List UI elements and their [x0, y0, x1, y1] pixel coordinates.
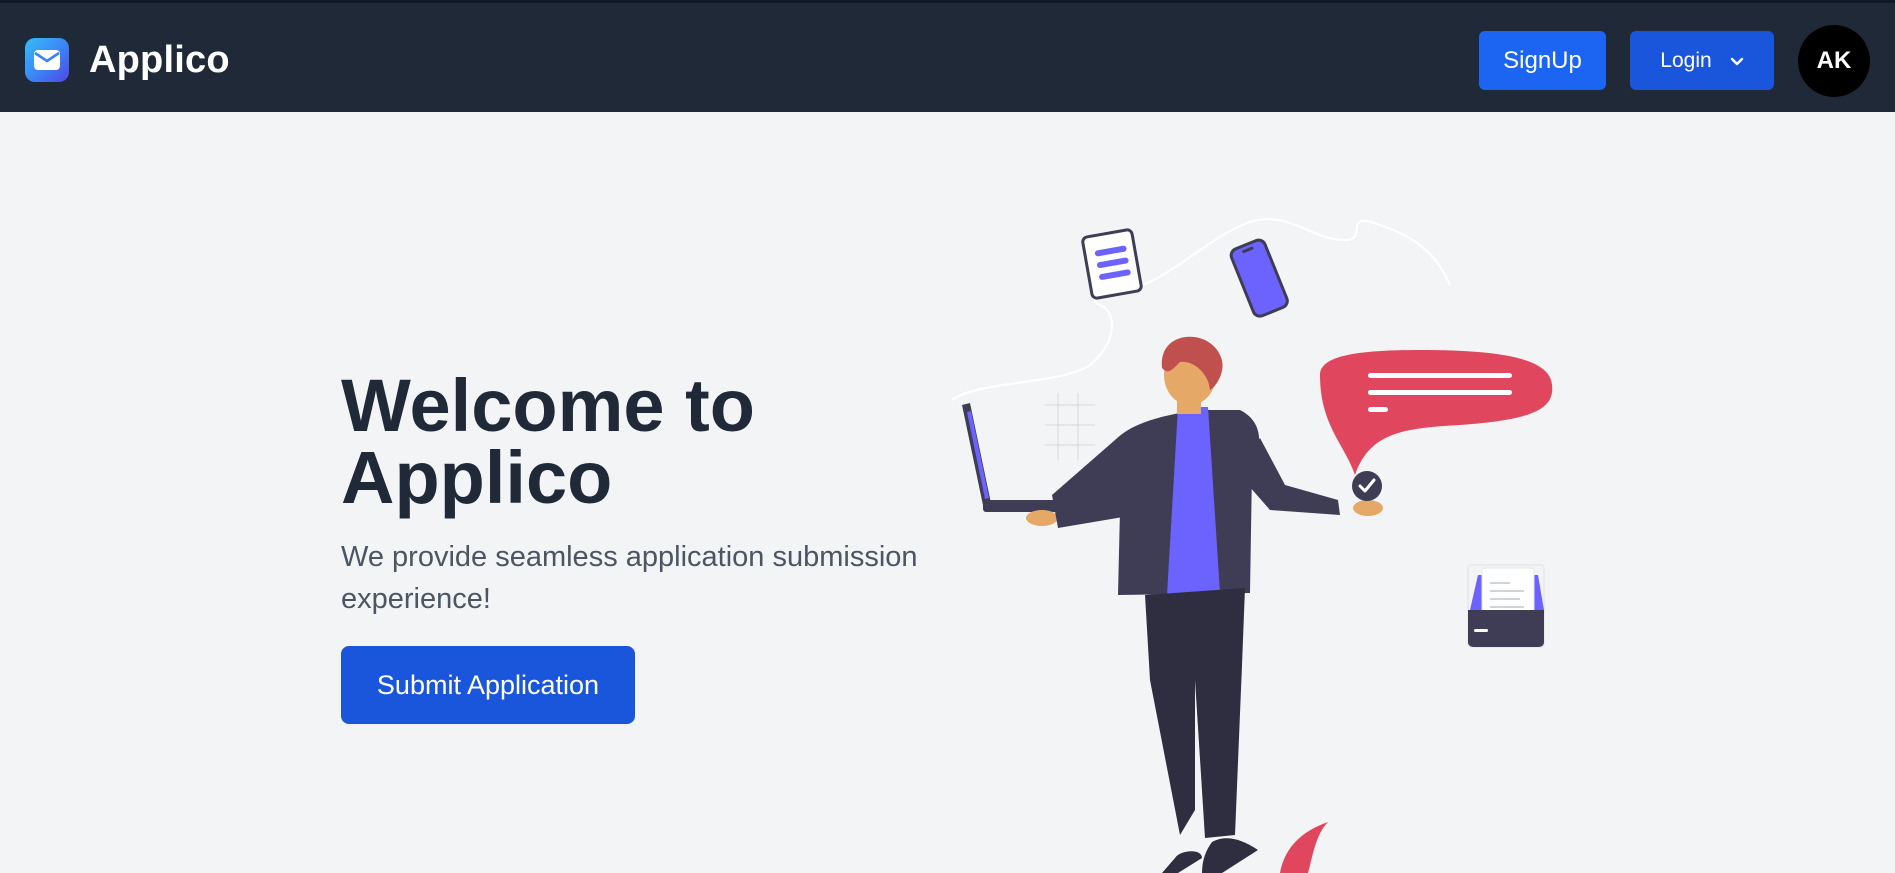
- document-icon: [1081, 228, 1143, 300]
- phone-icon: [1229, 238, 1289, 318]
- user-avatar[interactable]: AK: [1798, 25, 1870, 97]
- envelope-icon: [25, 38, 69, 82]
- hero-section: Welcome to Applico We provide seamless a…: [341, 364, 961, 724]
- navbar: Applico SignUp Login AK: [0, 0, 1895, 112]
- signup-button[interactable]: SignUp: [1479, 31, 1606, 90]
- hero-title: Welcome to Applico: [341, 364, 755, 519]
- brand-name: Applico: [89, 38, 230, 81]
- hero-subtitle: We provide seamless application submissi…: [341, 541, 918, 615]
- login-dropdown-button[interactable]: Login: [1630, 31, 1774, 90]
- login-label: Login: [1660, 48, 1712, 72]
- hero-illustration: [940, 210, 1580, 873]
- chevron-down-icon: [1730, 49, 1744, 73]
- check-circle-icon: [1352, 471, 1382, 501]
- chat-bubble-icon: [1320, 350, 1553, 475]
- submit-application-button[interactable]: Submit Application: [341, 646, 635, 724]
- brand[interactable]: Applico: [25, 38, 230, 82]
- inbox-icon: [1467, 564, 1545, 648]
